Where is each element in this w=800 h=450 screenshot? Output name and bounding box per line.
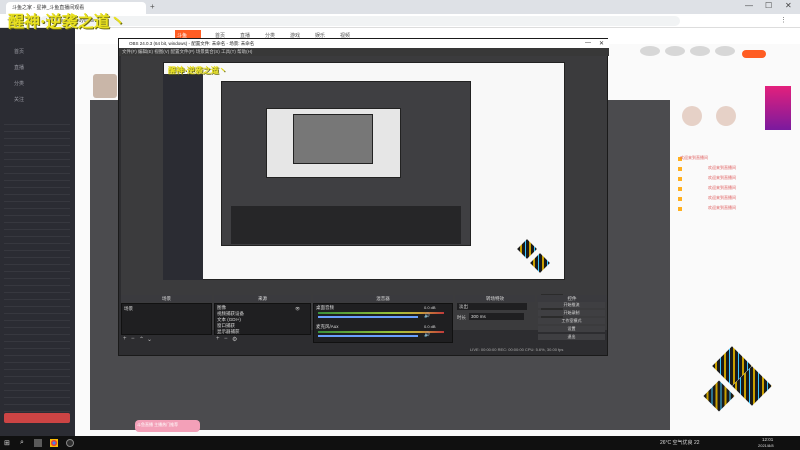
obs-close-button[interactable]: ✕ <box>599 40 604 47</box>
settings-button[interactable]: 设置 <box>538 326 605 332</box>
streamer-avatar[interactable] <box>93 74 117 98</box>
promo-banner[interactable] <box>765 86 791 130</box>
start-icon[interactable]: ⊞ <box>4 439 10 447</box>
duration-label: 时长 <box>457 315 466 320</box>
sidebar-item-category[interactable]: 分类 <box>14 80 24 87</box>
move-up-icon[interactable]: ⌃ <box>139 336 144 343</box>
transitions-header: 转场特效 <box>455 295 535 302</box>
scenes-header: 场景 <box>121 295 212 302</box>
minimize-button[interactable]: — <box>745 1 753 10</box>
studio-mode-button[interactable]: 工作室模式 <box>538 318 605 324</box>
chat-message: 欢迎来到直播间 <box>708 185 736 190</box>
track-db: 0.0 dB <box>424 305 436 310</box>
channel-watermark: 醒神·逆袭之道丶 <box>8 12 126 31</box>
search-icon[interactable]: ⌕ <box>20 439 24 447</box>
feature-icon[interactable] <box>690 46 710 56</box>
gear-icon[interactable]: ⚙ <box>232 336 237 343</box>
chat-message: 欢迎来到直播间 <box>680 155 708 160</box>
speaker-icon[interactable]: 🔊 <box>424 313 430 319</box>
source-item[interactable]: 显示器捕获 <box>217 329 240 335</box>
speaker-icon[interactable]: 🔊 <box>424 332 430 338</box>
maximize-button[interactable]: ☐ <box>765 1 772 10</box>
new-tab-button[interactable]: + <box>150 2 155 11</box>
sidebar-category-list <box>4 118 70 418</box>
move-down-icon[interactable]: ⌄ <box>147 336 152 343</box>
exit-button[interactable]: 退出 <box>538 334 605 340</box>
feature-icon[interactable] <box>640 46 660 56</box>
bottom-banner[interactable]: 斗鱼直播 主播热门推荐 <box>135 420 200 432</box>
chat-badge <box>678 167 682 171</box>
scene-item[interactable]: 场景 <box>124 306 133 312</box>
chat-badge <box>678 177 682 181</box>
menu-profile[interactable]: 配置文件(P) <box>171 49 195 54</box>
menu-help[interactable]: 帮助(H) <box>237 49 252 54</box>
chat-badge <box>678 187 682 191</box>
obs-icon[interactable] <box>66 439 74 447</box>
sidebar-item-follow[interactable]: 关注 <box>14 96 24 103</box>
transition-select[interactable]: 淡出 <box>457 303 527 310</box>
scenes-list[interactable]: 场景 <box>121 303 212 335</box>
obs-preview[interactable] <box>121 56 607 330</box>
obs-menubar: 文件(F) 编辑(E) 视图(V) 配置文件(P) 场景集合(S) 工具(T) … <box>119 48 609 56</box>
sidebar-item-live[interactable]: 直播 <box>14 64 24 71</box>
track-db: 0.0 dB <box>424 324 436 329</box>
close-button[interactable]: ✕ <box>785 1 792 10</box>
obs-title: OBS 24.0.3 (64 bit, windows) - 配置文件: 未命名… <box>119 39 609 48</box>
avatar[interactable] <box>682 106 702 126</box>
volume-slider[interactable] <box>318 335 418 337</box>
sidebar-promo-button[interactable] <box>4 413 70 423</box>
menu-tools[interactable]: 工具(T) <box>221 49 236 54</box>
remove-scene-button[interactable]: − <box>131 336 135 342</box>
track-label: 桌面音频 <box>316 305 334 310</box>
taskview-icon[interactable] <box>34 439 42 447</box>
sources-header: 来源 <box>214 295 311 302</box>
menu-scene-collection[interactable]: 场景集合(S) <box>196 49 220 54</box>
sidebar-item-home[interactable]: 首页 <box>14 48 24 55</box>
avatar[interactable] <box>716 106 736 126</box>
track-label: 麦克风/Aux <box>316 324 339 329</box>
add-scene-button[interactable]: + <box>123 336 127 342</box>
eye-icon[interactable]: 👁 <box>295 306 300 311</box>
controls-header: 控件 <box>537 295 607 302</box>
feature-icon[interactable] <box>665 46 685 56</box>
audio-mixer: 桌面音频 0.0 dB 🔊 麦克风/Aux 0.0 dB 🔊 <box>313 303 453 343</box>
chat-message: 欢迎来到直播间 <box>708 205 736 210</box>
sources-list[interactable]: 图像 视频捕获设备 文本 (GDI+) 窗口捕获 显示器捕获 👁 <box>214 303 311 335</box>
recursive-preview-4 <box>293 114 373 164</box>
recursive-sidebar <box>163 74 203 280</box>
clock-date[interactable]: 2021/8/8 <box>758 443 774 448</box>
nested-watermark: 醒神·逆袭之道丶 <box>168 65 227 75</box>
clock-time[interactable]: 12:01 <box>762 437 773 442</box>
obs-minimize-button[interactable]: — <box>585 40 591 46</box>
url-field[interactable]: https://www.douyu.com/ <box>40 16 680 26</box>
remove-source-button[interactable]: − <box>224 336 228 342</box>
obs-window: OBS 24.0.3 (64 bit, windows) - 配置文件: 未命名… <box>118 38 609 356</box>
start-recording-button[interactable]: 开始录制 <box>538 310 605 316</box>
menu-file[interactable]: 文件(F) <box>122 49 137 54</box>
chrome-icon[interactable] <box>50 439 58 447</box>
login-button[interactable] <box>742 50 766 58</box>
chat-badge <box>678 197 682 201</box>
chat-badge <box>678 207 682 211</box>
site-sidebar: 首页 直播 分类 关注 <box>0 28 75 436</box>
feature-icon[interactable] <box>715 46 735 56</box>
chat-message: 欢迎来到直播间 <box>708 175 736 180</box>
obs-status-bar: LIVE: 00:00:00 REC: 00:00:00 CPU: 5.6%, … <box>470 347 564 352</box>
windows-taskbar: ⊞ ⌕ 26°C 空气优良 22 12:01 2021/8/8 <box>0 436 800 450</box>
chat-message: 欢迎来到直播间 <box>708 195 736 200</box>
duration-input[interactable]: 300 ms <box>469 313 524 320</box>
volume-slider[interactable] <box>318 316 418 318</box>
menu-edit[interactable]: 编辑(E) <box>138 49 153 54</box>
start-streaming-button[interactable]: 开始推流 <box>538 302 605 308</box>
recursive-obs-panels <box>231 206 461 244</box>
menu-icon[interactable]: ⋮ <box>780 16 787 24</box>
chat-message: 欢迎来到直播间 <box>708 165 736 170</box>
mixer-header: 混音器 <box>313 295 453 302</box>
menu-view[interactable]: 视图(V) <box>154 49 169 54</box>
add-source-button[interactable]: + <box>216 336 220 342</box>
weather-text[interactable]: 26°C 空气优良 22 <box>660 439 700 446</box>
